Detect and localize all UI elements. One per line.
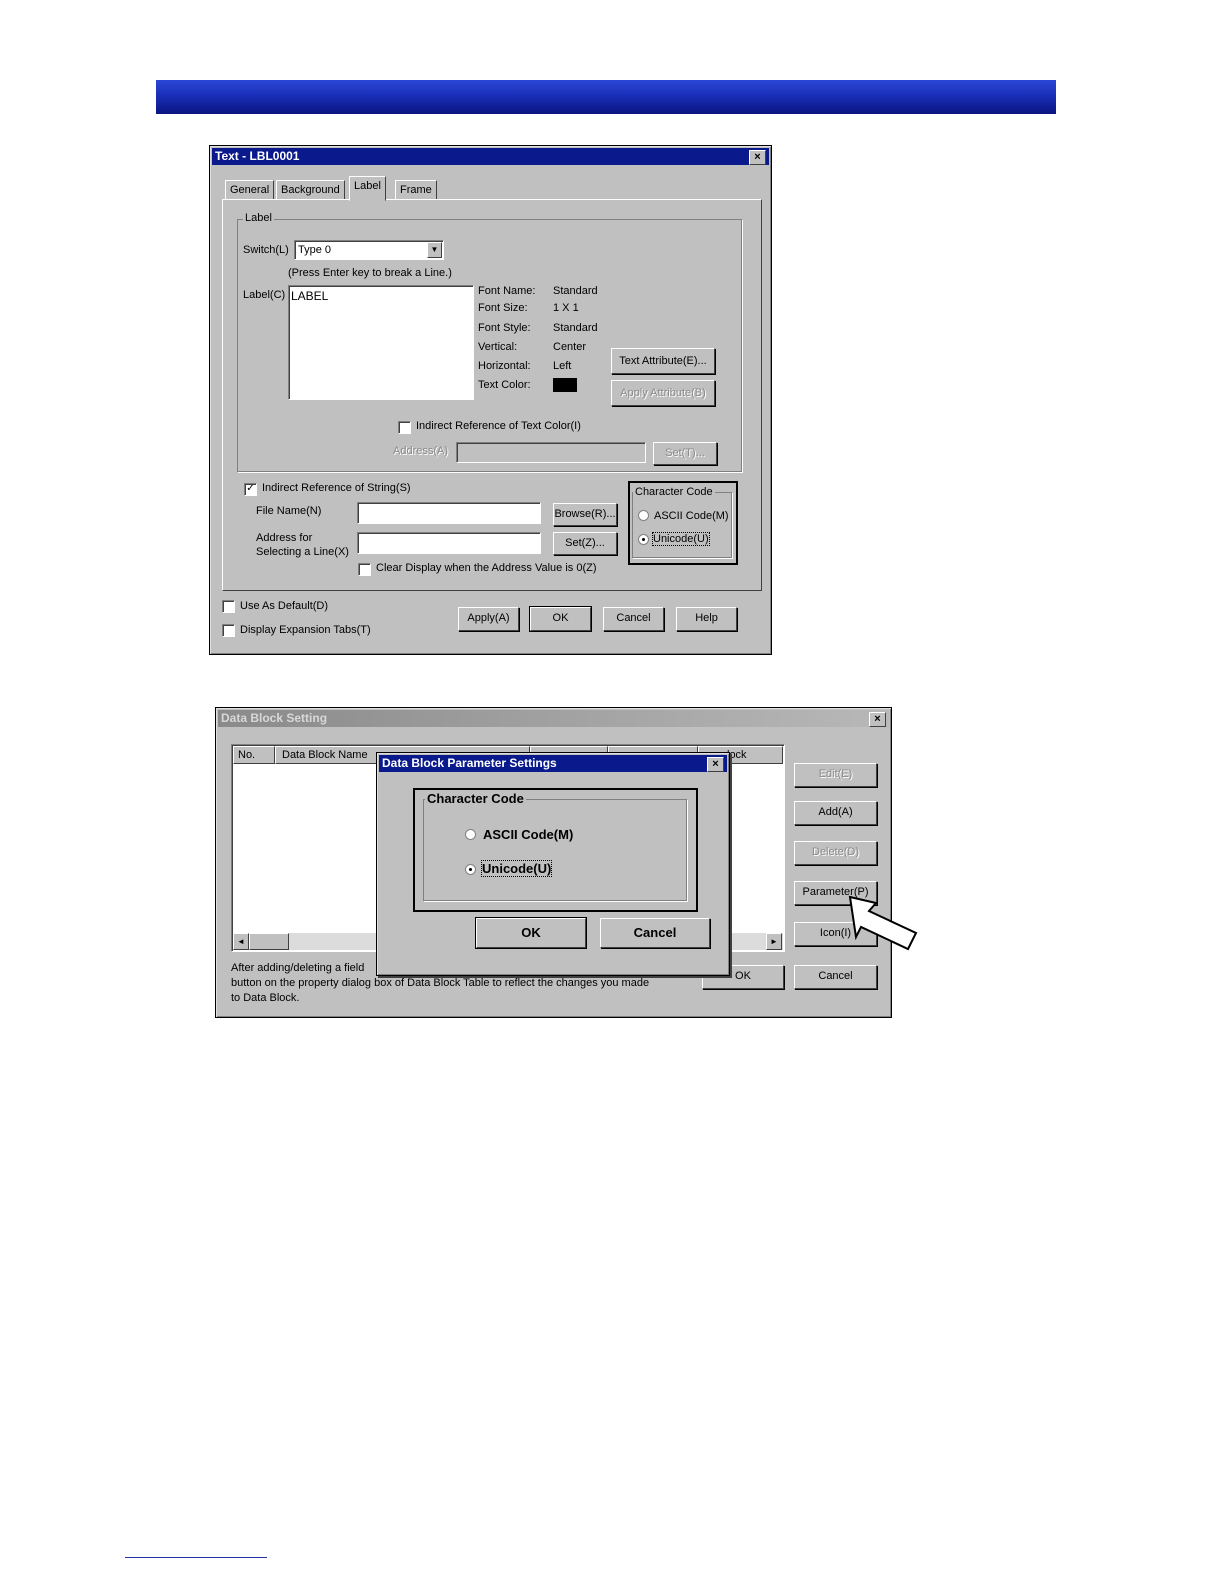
add-button[interactable]: Add(A) — [794, 801, 877, 825]
apply-attribute-button[interactable]: Apply Attribute(B) — [611, 380, 715, 406]
delete-button[interactable]: Delete(D) — [794, 841, 877, 865]
help-button[interactable]: Help — [676, 607, 737, 631]
tab-label[interactable]: Label — [349, 176, 386, 201]
text-color-label: Text Color: — [478, 379, 531, 391]
ascii-radio[interactable] — [465, 829, 476, 840]
character-code-group — [632, 492, 732, 558]
text-color-swatch — [553, 378, 577, 392]
address-line-label-1: Address for — [256, 532, 313, 544]
edit-button[interactable]: Edit(E) — [794, 763, 877, 787]
tab-general[interactable]: General — [225, 180, 275, 200]
unicode-radio[interactable] — [638, 534, 649, 545]
label-field-label: Label(C) — [243, 289, 286, 301]
close-button[interactable]: × — [707, 757, 724, 772]
display-tabs-checkbox[interactable] — [222, 624, 235, 637]
font-size-value: 1 X 1 — [553, 302, 579, 314]
switch-dropdown[interactable]: Type 0 ▼ — [294, 240, 444, 260]
file-name-input[interactable] — [357, 502, 541, 524]
footer-note-line-2: button on the property dialog box of Dat… — [231, 977, 650, 989]
dialog-title: Text - LBL0001 — [215, 149, 300, 163]
horizontal-value: Left — [553, 360, 572, 372]
character-code-title: Character Code — [633, 486, 715, 498]
font-name-value: Standard — [553, 285, 598, 297]
use-default-checkbox[interactable] — [222, 600, 235, 613]
ascii-radio[interactable] — [638, 510, 649, 521]
data-block-titlebar[interactable]: Data Block Setting × — [218, 710, 889, 727]
pointer-arrow-icon — [848, 895, 918, 951]
set-button-2[interactable]: Set(Z)... — [553, 532, 617, 555]
label-text: LABEL — [291, 289, 329, 303]
apply-button[interactable]: Apply(A) — [458, 607, 519, 631]
cancel-button[interactable]: Cancel — [603, 607, 664, 631]
set-button-1[interactable]: Set(T)... — [653, 442, 717, 465]
label-textarea[interactable]: LABEL — [288, 285, 474, 400]
close-button[interactable]: × — [749, 150, 766, 165]
column-no-label: No. — [238, 749, 256, 761]
press-enter-hint: (Press Enter key to break a Line.) — [288, 267, 452, 279]
use-default-label: Use As Default(D) — [240, 600, 329, 612]
tab-background[interactable]: Background — [276, 180, 345, 200]
tab-frame[interactable]: Frame — [395, 180, 437, 200]
address-label: Address(A) — [393, 445, 449, 457]
text-attribute-button[interactable]: Text Attribute(E)... — [611, 348, 715, 374]
indirect-string-label: Indirect Reference of String(S) — [262, 482, 411, 494]
scroll-left-arrow[interactable]: ◄ — [233, 933, 249, 950]
indirect-string-checkbox[interactable]: ✓ — [244, 483, 257, 496]
address-line-input[interactable] — [357, 532, 541, 554]
column-name-label: Data Block Name — [282, 749, 368, 761]
font-style-label: Font Style: — [478, 322, 531, 334]
unicode-radio-label: Unicode(U) — [480, 860, 553, 877]
footer-note-line-1: After adding/deleting a field — [231, 962, 365, 974]
character-code-title: Character Code — [425, 791, 526, 806]
ok-button[interactable]: OK — [475, 917, 587, 949]
dialog-titlebar[interactable]: Text - LBL0001 × — [212, 148, 769, 165]
header-banner — [156, 80, 1056, 114]
display-tabs-label: Display Expansion Tabs(T) — [240, 624, 371, 636]
close-button[interactable]: × — [869, 712, 886, 727]
parameter-titlebar[interactable]: Data Block Parameter Settings × — [379, 755, 727, 772]
switch-value: Type 0 — [298, 244, 332, 256]
chevron-down-icon[interactable]: ▼ — [427, 242, 442, 258]
label-group-title: Label — [243, 212, 274, 224]
clear-display-label: Clear Display when the Address Value is … — [376, 562, 597, 574]
data-block-title: Data Block Setting — [221, 711, 328, 725]
switch-label: Switch(L) — [243, 244, 289, 256]
cancel-button[interactable]: Cancel — [600, 918, 710, 948]
column-header-no[interactable]: No. — [233, 746, 275, 764]
ok-button[interactable]: OK — [529, 606, 592, 632]
address-line-label-2: Selecting a Line(X) — [256, 546, 349, 558]
ascii-radio-label: ASCII Code(M) — [483, 827, 574, 842]
indirect-color-label: Indirect Reference of Text Color(I) — [416, 420, 581, 432]
font-style-value: Standard — [553, 322, 598, 334]
cancel-button[interactable]: Cancel — [794, 965, 877, 989]
unicode-radio-label: Unicode(U) — [652, 532, 710, 546]
horizontal-label: Horizontal: — [478, 360, 531, 372]
vertical-label: Vertical: — [478, 341, 518, 353]
file-name-label: File Name(N) — [256, 505, 322, 517]
font-name-label: Font Name: — [478, 285, 536, 297]
unicode-radio[interactable] — [465, 864, 476, 875]
footer-note-line-3: to Data Block. — [231, 992, 300, 1004]
indirect-color-checkbox[interactable] — [398, 421, 411, 434]
address-input[interactable] — [456, 442, 646, 463]
parameter-title: Data Block Parameter Settings — [382, 756, 557, 770]
scroll-thumb[interactable] — [249, 933, 289, 950]
ascii-radio-label: ASCII Code(M) — [654, 510, 729, 522]
font-size-label: Font Size: — [478, 302, 528, 314]
browse-button[interactable]: Browse(R)... — [553, 503, 617, 526]
footer-rule — [125, 1557, 267, 1558]
clear-display-checkbox[interactable] — [358, 563, 371, 576]
scroll-right-arrow[interactable]: ► — [766, 933, 782, 950]
vertical-value: Center — [553, 341, 587, 353]
character-code-group — [423, 799, 687, 901]
